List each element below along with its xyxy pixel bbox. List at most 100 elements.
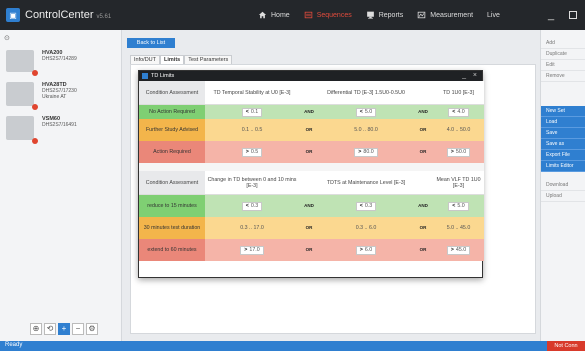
device-serial: DHS2S7/14289: [42, 56, 77, 62]
action-panel: Add Duplicate Edit Remove New Set Load S…: [540, 30, 585, 341]
range-value: 0.1 .. 0.5: [205, 119, 299, 141]
range-value: 5.0 .. 45.0: [433, 217, 484, 239]
condition-label: No Action Required: [139, 105, 205, 119]
condition-label: Action Required: [139, 141, 205, 163]
operator-label: OR: [299, 119, 319, 141]
limit-field[interactable]: >6.0: [355, 245, 377, 255]
device-toolbar: ⊕ ⟲ + − ⚙: [30, 323, 100, 335]
nav-live[interactable]: Live: [487, 12, 500, 19]
settings-button[interactable]: ⚙: [86, 323, 98, 335]
limit-field[interactable]: <4.0: [448, 107, 469, 117]
operator-label: OR: [299, 141, 319, 163]
nav-home[interactable]: Home: [258, 11, 290, 19]
range-value: 0.3 .. 17.0: [205, 217, 299, 239]
operator-label: OR: [413, 217, 433, 239]
reports-icon: [366, 11, 374, 19]
tab-test-parameters[interactable]: Test Parameters: [184, 55, 233, 64]
table-header: Change in TD between 0 and 10 mins [E-3]: [205, 171, 299, 195]
maximize-window-button[interactable]: [562, 0, 584, 30]
operator-label: AND: [299, 195, 319, 217]
download-button[interactable]: Download: [541, 180, 585, 191]
condition-label: reduce to 15 minutes: [139, 195, 205, 217]
dialog-title: TD Limits: [151, 73, 175, 79]
back-to-list-button[interactable]: Back to List: [127, 38, 175, 48]
edit-button[interactable]: Edit: [541, 60, 585, 71]
dialog-title-bar: TD Limits _ ×: [139, 71, 482, 81]
export-file-button[interactable]: Export File: [541, 150, 585, 161]
status-bar: Ready Not Conn: [0, 341, 585, 351]
limit-field[interactable]: <5.0: [355, 107, 377, 117]
operator-label: AND: [299, 105, 319, 119]
sequences-icon: [304, 11, 312, 19]
range-value: 0.3 .. 6.0: [319, 217, 413, 239]
nav-home-label: Home: [271, 11, 290, 19]
device-image: [6, 82, 38, 110]
remove-device-button[interactable]: −: [72, 323, 84, 335]
new-set-button[interactable]: New Set: [541, 106, 585, 117]
limit-field[interactable]: <0.3: [355, 201, 377, 211]
nav-live-label: Live: [487, 11, 500, 19]
minimize-window-button[interactable]: _: [540, 0, 562, 30]
dialog-icon: [142, 73, 148, 79]
operator-label: AND: [413, 105, 433, 119]
table-header: TDTS at Maintenance Level [E-3]: [319, 171, 413, 195]
table-header: Condition Assessment: [139, 171, 205, 195]
measurement-icon: [417, 11, 426, 19]
app-title: ControlCenter: [25, 9, 94, 21]
limit-field[interactable]: <0.3: [241, 201, 263, 211]
limit-field[interactable]: >50.0: [446, 147, 471, 157]
limit-field[interactable]: >80.0: [354, 147, 378, 157]
status-dot-icon: [32, 138, 38, 144]
dialog-close-button[interactable]: ×: [473, 71, 477, 81]
limit-field[interactable]: >17.0: [240, 245, 264, 255]
tab-info-dut[interactable]: Info/DUT: [130, 55, 161, 64]
table-header: Condition Assessment: [139, 81, 205, 105]
operator-label: OR: [299, 239, 319, 261]
device-item-3[interactable]: VSM60 DHS2S7/16491: [6, 116, 77, 144]
save-as-button[interactable]: Save as: [541, 139, 585, 150]
td-limits-dialog: TD Limits _ × Condition Assessment TD Te…: [138, 70, 484, 278]
device-serial: DHS2S7/16491: [42, 122, 77, 128]
load-button[interactable]: Load: [541, 117, 585, 128]
refresh-button[interactable]: ⟲: [44, 323, 56, 335]
duplicate-button[interactable]: Duplicate: [541, 49, 585, 60]
connection-status: Not Conn: [547, 341, 585, 351]
home-icon: [258, 11, 267, 19]
device-image: [6, 50, 38, 76]
device-item-1[interactable]: HVA200 DHS2S7/14289: [6, 50, 77, 76]
table-header: TD Temporal Stability at U0 [E-3]: [205, 81, 299, 105]
limit-field[interactable]: <5.0: [448, 201, 469, 211]
title-bar: ▣ ControlCenter v5.61 Home Sequences Rep…: [0, 0, 585, 30]
table-header: Mean VLF TD 1U0 [E-3]: [433, 171, 484, 195]
device-image: [6, 116, 38, 144]
table-separator: [139, 163, 484, 171]
limits-table-1: Condition Assessment TD Temporal Stabili…: [139, 81, 484, 261]
operator-label: OR: [299, 217, 319, 239]
dialog-minimize-button[interactable]: _: [462, 71, 466, 81]
nav-measurement-label: Measurement: [430, 11, 474, 19]
add-button[interactable]: Add: [541, 38, 585, 49]
limit-field[interactable]: >45.0: [446, 245, 471, 255]
range-value: 5.0 .. 80.0: [319, 119, 413, 141]
upload-button[interactable]: Upload: [541, 191, 585, 202]
device-item-2[interactable]: HVA28TD DHS2S7/17230 Ukraine AT: [6, 82, 77, 110]
add-device-button[interactable]: +: [58, 323, 70, 335]
table-header: TD 1U0 [E-3]: [433, 81, 484, 105]
save-button[interactable]: Save: [541, 128, 585, 139]
limit-field[interactable]: <0.1: [241, 107, 263, 117]
limits-editor-button[interactable]: Limits Editor: [541, 161, 585, 172]
range-value: 4.0 .. 50.0: [433, 119, 484, 141]
nav-measurement[interactable]: Measurement: [417, 11, 473, 19]
pin-button[interactable]: ⊕: [30, 323, 42, 335]
operator-label: OR: [413, 141, 433, 163]
collapse-icon[interactable]: ⊙: [4, 34, 10, 42]
condition-label: Further Study Advised: [139, 119, 205, 141]
operator-label: OR: [413, 119, 433, 141]
app-logo-icon: ▣: [6, 8, 20, 22]
tab-limits[interactable]: Limits: [160, 55, 185, 64]
remove-button[interactable]: Remove: [541, 71, 585, 82]
limit-field[interactable]: >0.5: [241, 147, 263, 157]
nav-reports[interactable]: Reports: [366, 11, 403, 19]
nav-sequences[interactable]: Sequences: [304, 11, 352, 19]
status-text: Ready: [5, 342, 23, 348]
